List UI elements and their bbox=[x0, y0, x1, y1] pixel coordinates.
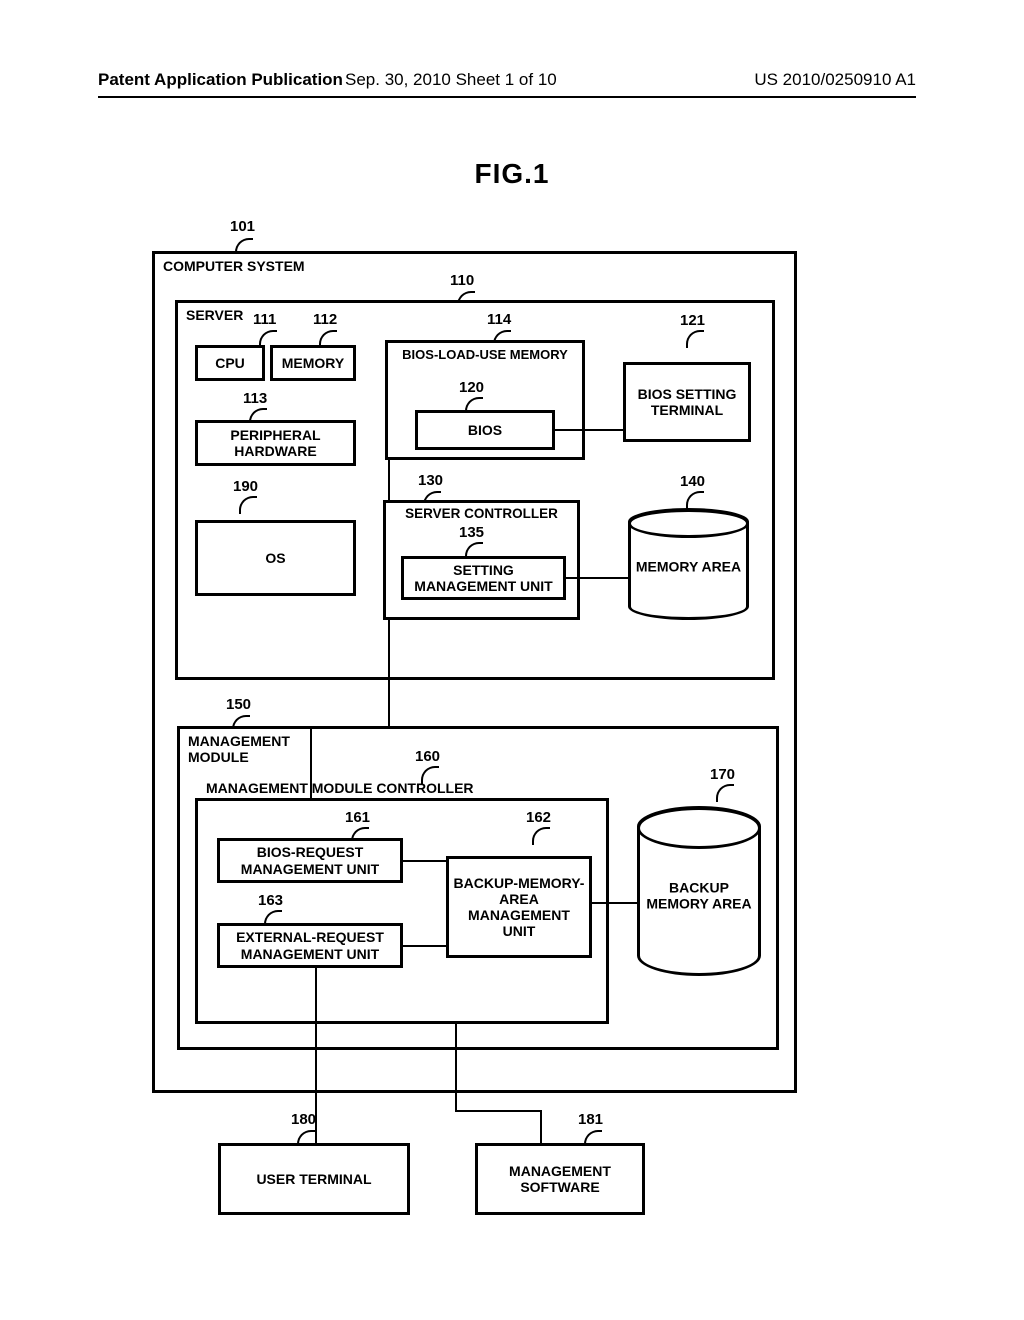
label-backup-mgmt: BACKUP-MEMORY-AREA MANAGEMENT UNIT bbox=[451, 875, 587, 939]
header-left: Patent Application Publication bbox=[98, 70, 343, 90]
box-peripheral: PERIPHERAL HARDWARE bbox=[195, 420, 356, 466]
label-cpu: CPU bbox=[215, 355, 245, 371]
conn-sc-mm-h bbox=[310, 726, 390, 728]
ref-130: 130 bbox=[418, 472, 443, 489]
ref-112: 112 bbox=[313, 311, 337, 328]
conn-ms-v1 bbox=[455, 1024, 457, 1110]
label-bios: BIOS bbox=[468, 422, 502, 438]
box-os: OS bbox=[195, 520, 356, 596]
ref-111: 111 bbox=[253, 311, 276, 328]
label-computer-system: COMPUTER SYSTEM bbox=[163, 258, 305, 274]
conn-ms-h bbox=[455, 1110, 540, 1112]
label-mmc: MANAGEMENT MODULE CONTROLLER bbox=[206, 780, 474, 796]
ref-163: 163 bbox=[258, 892, 283, 909]
label-ext-req: EXTERNAL-REQUEST MANAGEMENT UNIT bbox=[222, 929, 398, 961]
header-divider bbox=[98, 96, 916, 98]
conn-ms-v2 bbox=[540, 1110, 542, 1143]
header-mid: Sep. 30, 2010 Sheet 1 of 10 bbox=[345, 70, 557, 90]
ref-135: 135 bbox=[459, 524, 484, 541]
conn-bios-sc bbox=[388, 460, 390, 500]
box-bios: BIOS bbox=[415, 410, 555, 450]
label-peripheral: PERIPHERAL HARDWARE bbox=[200, 427, 351, 459]
label-memory-area: MEMORY AREA bbox=[631, 558, 746, 574]
ref-161: 161 bbox=[345, 809, 370, 826]
label-mgmt-sw: MANAGEMENT SOFTWARE bbox=[480, 1163, 640, 1195]
ref-181: 181 bbox=[578, 1111, 603, 1128]
ref-110: 110 bbox=[450, 272, 474, 289]
box-bios-req: BIOS-REQUEST MANAGEMENT UNIT bbox=[217, 838, 403, 883]
conn-er-bm bbox=[403, 945, 446, 947]
ref-114: 114 bbox=[487, 311, 511, 328]
label-backup-mem: BACKUP MEMORY AREA bbox=[640, 880, 758, 912]
box-bios-terminal: BIOS SETTING TERMINAL bbox=[623, 362, 751, 442]
cyl-backup-mem: BACKUP MEMORY AREA bbox=[637, 806, 761, 976]
box-user-terminal: USER TERMINAL bbox=[218, 1143, 410, 1215]
label-os: OS bbox=[265, 550, 285, 566]
label-memory: MEMORY bbox=[282, 355, 344, 371]
conn-br-bm bbox=[403, 860, 446, 862]
ref-101: 101 bbox=[230, 218, 255, 235]
ref-113: 113 bbox=[243, 390, 267, 407]
box-mgmt-sw: MANAGEMENT SOFTWARE bbox=[475, 1143, 645, 1215]
ref-170: 170 bbox=[710, 766, 735, 783]
ref-120: 120 bbox=[459, 379, 484, 396]
page: Patent Application Publication Sep. 30, … bbox=[0, 0, 1024, 1320]
header-right: US 2010/0250910 A1 bbox=[754, 70, 916, 90]
label-mgmt-module: MANAGEMENT MODULE bbox=[188, 733, 308, 765]
box-cpu: CPU bbox=[195, 345, 265, 381]
label-bios-req: BIOS-REQUEST MANAGEMENT UNIT bbox=[222, 844, 398, 876]
ref-180: 180 bbox=[291, 1111, 316, 1128]
box-setting-mgmt: SETTING MANAGEMENT UNIT bbox=[401, 556, 566, 600]
conn-bios-terminal bbox=[555, 429, 623, 431]
figure-title: FIG.1 bbox=[0, 158, 1024, 190]
ref-160: 160 bbox=[415, 748, 440, 765]
conn-bm-bma bbox=[592, 902, 637, 904]
box-memory: MEMORY bbox=[270, 345, 356, 381]
conn-sc-mem bbox=[566, 577, 628, 579]
label-setting-mgmt: SETTING MANAGEMENT UNIT bbox=[406, 562, 561, 594]
label-user-terminal: USER TERMINAL bbox=[256, 1171, 371, 1187]
label-bios-load-mem: BIOS-LOAD-USE MEMORY bbox=[388, 347, 582, 362]
conn-sc-mm-v bbox=[388, 620, 390, 726]
label-server: SERVER bbox=[186, 307, 243, 323]
conn-mm-mmc bbox=[310, 726, 312, 798]
cyl-memory-area: MEMORY AREA bbox=[628, 508, 749, 620]
ref-121: 121 bbox=[680, 312, 705, 329]
ref-150: 150 bbox=[226, 696, 251, 713]
box-ext-req: EXTERNAL-REQUEST MANAGEMENT UNIT bbox=[217, 923, 403, 968]
box-backup-mgmt: BACKUP-MEMORY-AREA MANAGEMENT UNIT bbox=[446, 856, 592, 958]
ref-190: 190 bbox=[233, 478, 258, 495]
label-bios-terminal: BIOS SETTING TERMINAL bbox=[628, 386, 746, 418]
conn-er-ut bbox=[315, 968, 317, 1143]
ref-140: 140 bbox=[680, 473, 705, 490]
ref-162: 162 bbox=[526, 809, 551, 826]
label-server-controller: SERVER CONTROLLER bbox=[386, 506, 577, 521]
